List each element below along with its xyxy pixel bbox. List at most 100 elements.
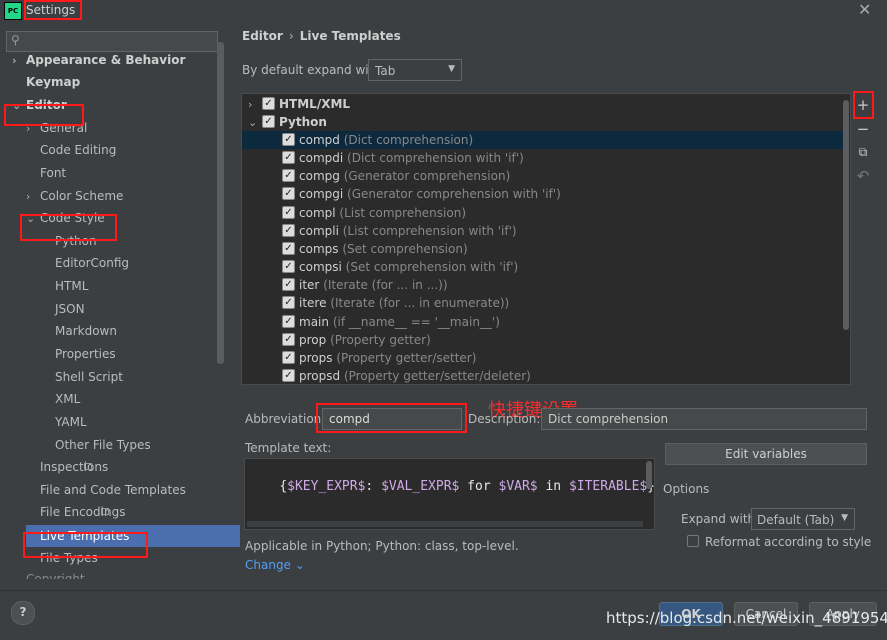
restore-icon[interactable]: ↶ <box>855 168 871 184</box>
template-checkbox[interactable]: ✓ <box>282 187 295 201</box>
template-checkbox[interactable]: ✓ <box>282 296 295 310</box>
sidebar-item-label: File and Code Templates <box>40 483 186 497</box>
add-icon[interactable]: + <box>855 97 871 113</box>
template-row[interactable]: ✓ itere (Iterate (for ... in enumerate)) <box>242 294 847 312</box>
expand-with-label: Expand with <box>681 512 756 526</box>
abbreviation-field[interactable]: compd <box>322 408 462 430</box>
sidebar-item-color-scheme[interactable]: › Color Scheme <box>26 185 123 207</box>
sidebar-item-json[interactable]: JSON <box>55 298 85 320</box>
template-checkbox[interactable]: ✓ <box>282 241 295 255</box>
template-checkbox[interactable]: ✓ <box>282 223 295 237</box>
template-checkbox[interactable]: ✓ <box>282 133 295 146</box>
sidebar-item-code-style[interactable]: ⌄ Code Style <box>26 207 105 229</box>
chevron-right-icon[interactable]: › <box>26 186 40 208</box>
sidebar-item-xml[interactable]: XML <box>55 388 80 410</box>
template-row[interactable]: ✓ iter (Iterate (for ... in ...)) <box>242 276 847 294</box>
sidebar-item-python[interactable]: Python <box>55 230 97 252</box>
sidebar-item-file-encodings[interactable]: File Encodings <box>40 501 125 523</box>
template-description: (Property getter/setter) <box>336 350 477 365</box>
sidebar-item-appearance-behavior[interactable]: › Appearance & Behavior <box>12 49 185 71</box>
sidebar-item-file-types[interactable]: File Types <box>40 547 98 569</box>
breadcrumb-parent[interactable]: Editor <box>242 29 283 43</box>
template-row[interactable]: ✓ prop (Property getter) <box>242 331 847 349</box>
chevron-right-icon[interactable]: › <box>12 50 26 72</box>
copy-icon[interactable]: ⧉ <box>855 144 871 160</box>
sidebar-item-label: Live Templates <box>40 529 130 543</box>
template-checkbox[interactable]: ✓ <box>282 151 295 165</box>
template-row[interactable]: ✓ comps (Set comprehension) <box>242 240 847 258</box>
template-checkbox[interactable]: ✓ <box>282 350 295 364</box>
template-row[interactable]: ✓ compsi (Set comprehension with 'if') <box>242 258 847 276</box>
template-editor-hscroll[interactable] <box>247 521 643 527</box>
template-row[interactable]: ✓ propsd (Property getter/setter/deleter) <box>242 367 847 384</box>
template-checkbox[interactable]: ✓ <box>282 205 295 219</box>
help-button[interactable]: ? <box>11 601 35 625</box>
sidebar-item-shell-script[interactable]: Shell Script <box>55 366 123 388</box>
chevron-right-icon[interactable]: › <box>26 118 40 140</box>
template-editor-vscroll[interactable] <box>646 461 652 489</box>
chevron-down-icon[interactable]: ⌄ <box>12 95 26 117</box>
chevron-down-icon[interactable]: ⌄ <box>26 208 40 230</box>
sidebar-item-label: Python <box>55 234 97 248</box>
template-checkbox[interactable]: ✓ <box>282 169 295 183</box>
sidebar-item-markdown[interactable]: Markdown <box>55 320 117 342</box>
template-abbreviation: compg <box>299 169 340 184</box>
template-code: {$KEY_EXPR$: $VAL_EXPR$ for $VAR$ in $IT… <box>248 464 655 509</box>
template-row[interactable]: ✓ compgi (Generator comprehension with 'i… <box>242 185 847 203</box>
template-list[interactable]: › ✓ HTML/XML ⌄ ✓ Python ✓ compd (Dict comprehen… <box>241 93 851 385</box>
template-checkbox[interactable]: ✓ <box>282 278 295 292</box>
template-text-editor[interactable]: {$KEY_EXPR$: $VAL_EXPR$ for $VAR$ in $IT… <box>244 458 655 530</box>
reformat-label[interactable]: Reformat according to style <box>705 535 871 549</box>
sidebar-item-copyright[interactable]: Copyright <box>26 568 85 579</box>
expand-label: By default expand with <box>242 63 381 77</box>
group-checkbox[interactable]: ✓ <box>262 97 275 110</box>
sidebar-item-editorconfig[interactable]: EditorConfig <box>55 252 129 274</box>
template-checkbox[interactable]: ✓ <box>282 260 295 274</box>
sidebar-item-file-and-code-templates[interactable]: File and Code Templates <box>40 479 186 501</box>
sidebar-item-editor[interactable]: ⌄ Editor <box>12 94 67 116</box>
template-description: (if __name__ == '__main__') <box>332 314 500 329</box>
close-icon[interactable]: ✕ <box>858 0 871 19</box>
template-row[interactable]: ✓ main (if __name__ == '__main__') <box>242 313 847 331</box>
chevron-right-icon[interactable]: › <box>248 96 262 114</box>
expand-with-dropdown[interactable]: Default (Tab) ▼ <box>751 508 855 530</box>
template-checkbox[interactable]: ✓ <box>282 314 295 328</box>
template-group-row[interactable]: › ✓ HTML/XML <box>242 95 847 113</box>
template-group-row[interactable]: ⌄ ✓ Python <box>242 113 847 131</box>
sidebar-item-code-editing[interactable]: Code Editing <box>40 139 116 161</box>
template-description: (Dict comprehension with 'if') <box>347 151 524 166</box>
template-row[interactable]: ✓ props (Property getter/setter) <box>242 349 847 367</box>
sidebar-item-inspections[interactable]: Inspections <box>40 456 108 478</box>
description-field[interactable]: Dict comprehension <box>541 408 867 430</box>
template-row[interactable]: ✓ compd (Dict comprehension) <box>242 131 847 149</box>
template-row[interactable]: ✓ compli (List comprehension with 'if') <box>242 222 847 240</box>
sidebar-item-live-templates[interactable]: Live Templates <box>26 525 240 547</box>
template-row[interactable]: ✓ compdi (Dict comprehension with 'if') <box>242 149 847 167</box>
edit-variables-button[interactable]: Edit variables <box>665 443 867 465</box>
sidebar-item-other-file-types[interactable]: Other File Types <box>55 434 151 456</box>
sidebar-item-html[interactable]: HTML <box>55 275 88 297</box>
sidebar-item-yaml[interactable]: YAML <box>55 411 87 433</box>
sidebar-item-label: File Types <box>40 551 98 565</box>
template-list-scrollbar[interactable] <box>843 100 849 330</box>
group-checkbox[interactable]: ✓ <box>262 115 275 128</box>
template-description: (Iterate (for ... in enumerate)) <box>330 296 510 311</box>
reformat-checkbox[interactable] <box>687 535 699 547</box>
remove-icon[interactable]: − <box>855 121 871 137</box>
search-icon: ⚲ <box>11 33 20 47</box>
expand-dropdown[interactable]: Tab ▼ <box>368 59 462 81</box>
sidebar-item-font[interactable]: Font <box>40 162 66 184</box>
watermark-text: https://blog.csdn.net/weixin_48919545 <box>606 609 887 627</box>
sidebar-scrollbar[interactable] <box>217 42 224 364</box>
template-checkbox[interactable]: ✓ <box>282 368 295 382</box>
sidebar-item-keymap[interactable]: Keymap <box>26 71 80 93</box>
template-checkbox[interactable]: ✓ <box>282 332 295 346</box>
template-row[interactable]: ✓ compl (List comprehension) <box>242 204 847 222</box>
code-variable: $ITERABLE$ <box>568 479 648 494</box>
change-context-link[interactable]: Change ⌄ <box>245 558 305 572</box>
code-variable: $KEY_EXPR$ <box>287 479 366 494</box>
sidebar-item-properties[interactable]: Properties <box>55 343 116 365</box>
sidebar-item-general[interactable]: › General <box>26 117 87 139</box>
template-row[interactable]: ✓ compg (Generator comprehension) <box>242 167 847 185</box>
chevron-down-icon[interactable]: ⌄ <box>248 114 262 132</box>
